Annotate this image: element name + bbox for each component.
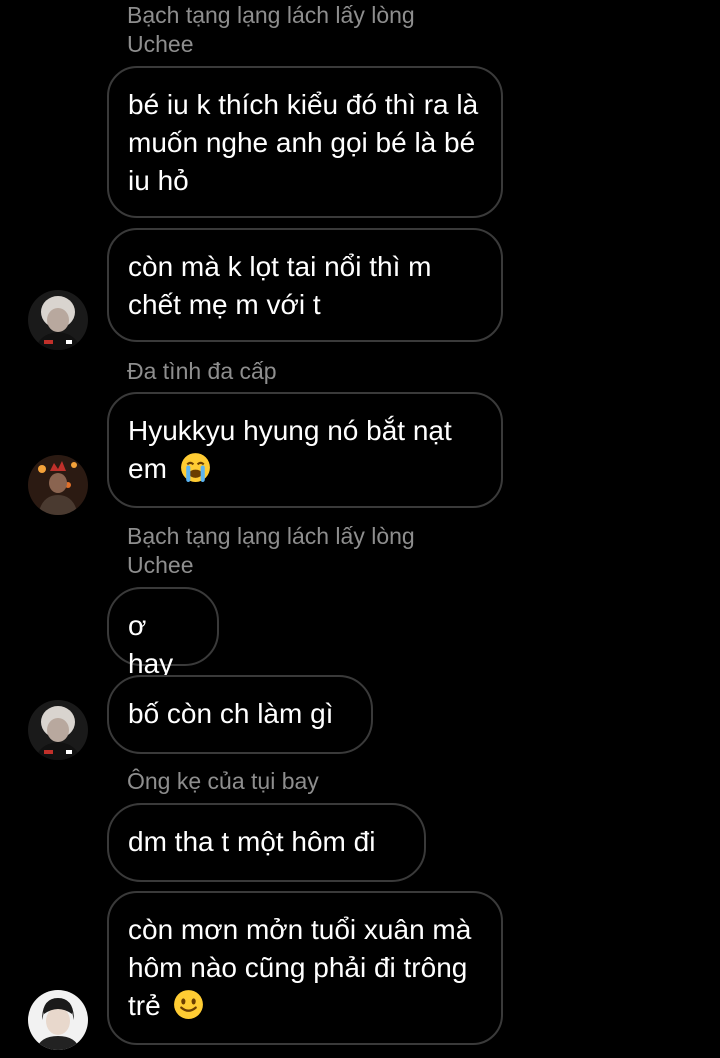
message-bubble[interactable]: ơ hay xyxy=(107,587,219,679)
sender-avatar[interactable] xyxy=(28,455,88,515)
message-bubble[interactable]: còn mà k lọt tai nổi thì m chết mẹ m với… xyxy=(107,228,503,342)
avatar-image xyxy=(28,990,88,1050)
message-bubble[interactable]: dm tha t một hôm đi xyxy=(107,803,426,882)
message-bubble[interactable]: bé iu k thích kiểu đó thì ra là muốn ngh… xyxy=(107,66,503,218)
avatar-image xyxy=(28,455,88,515)
sender-name: Ông kẹ của tụi bay xyxy=(127,768,319,794)
avatar-image xyxy=(28,290,88,350)
loudly-crying-face-icon xyxy=(180,453,210,482)
message-bubble[interactable]: Hyukkyu hyung nó bắt nạt em xyxy=(107,392,503,508)
sender-name: Bạch tạng lạng lách lấy lòng Uchee xyxy=(127,523,415,578)
slightly-smiling-face-icon xyxy=(174,990,204,1019)
sender-avatar[interactable] xyxy=(28,990,88,1050)
message-bubble[interactable]: bố còn ch làm gì xyxy=(107,675,373,754)
sender-name: Đa tình đa cấp xyxy=(127,358,277,384)
sender-name: Bạch tạng lạng lách lấy lòng Uchee xyxy=(127,2,415,57)
message-bubble[interactable]: còn mơn mởn tuổi xuân mà hôm nào cũng ph… xyxy=(107,891,503,1045)
avatar-image xyxy=(28,700,88,760)
sender-avatar[interactable] xyxy=(28,700,88,760)
sender-avatar[interactable] xyxy=(28,290,88,350)
chat-thread: Bạch tạng lạng lách lấy lòng Uchee bé iu… xyxy=(0,0,720,1058)
message-text: Hyukkyu hyung nó bắt nạt em xyxy=(128,415,452,484)
